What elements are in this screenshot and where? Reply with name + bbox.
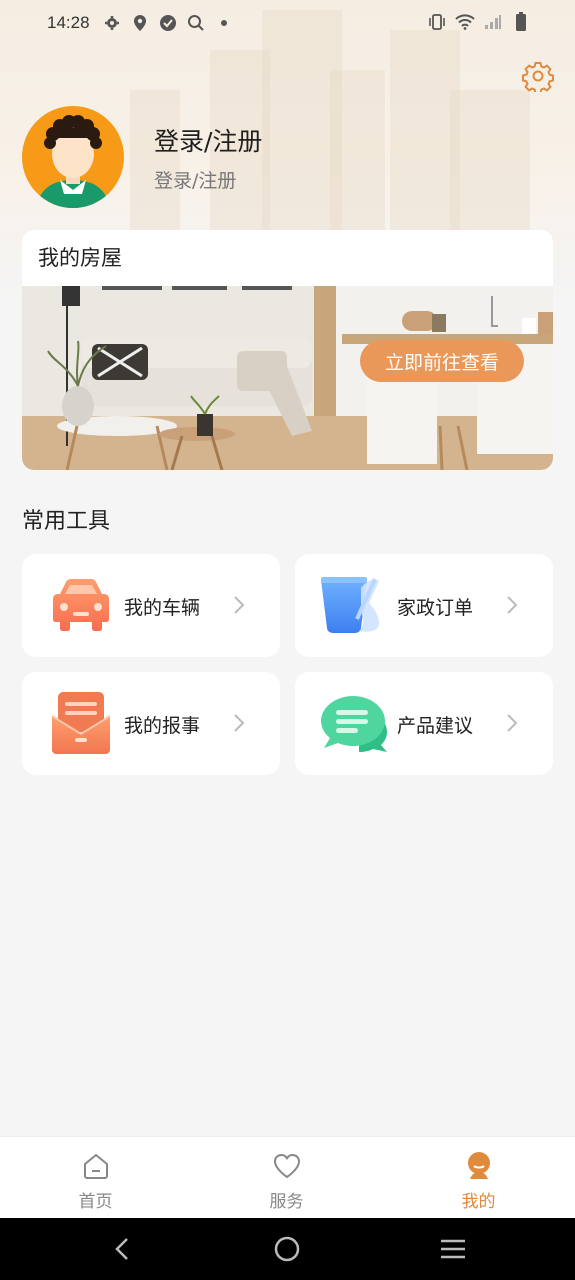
tool-my-vehicles[interactable]: 我的车辆 (22, 554, 280, 657)
tab-services[interactable]: 服务 (191, 1137, 382, 1219)
common-tools-title: 常用工具 (22, 509, 111, 534)
bottom-tab-bar: 首页 服务 我的 (0, 1136, 575, 1218)
chevron-right-icon (232, 594, 246, 616)
tab-mine[interactable]: 我的 (383, 1137, 574, 1219)
goto-view-button[interactable]: 立即前往查看 (360, 340, 524, 382)
tool-label: 产品建议 (397, 715, 474, 737)
signal-icon (483, 12, 503, 32)
my-house-card[interactable]: 我的房屋 立即前往查看 (22, 230, 553, 470)
battery-icon (511, 12, 531, 32)
back-icon[interactable] (108, 1234, 138, 1264)
tab-home[interactable]: 首页 (0, 1137, 191, 1219)
person-icon (464, 1151, 494, 1181)
system-nav-bar (0, 1218, 575, 1280)
search-status-icon (186, 13, 206, 33)
location-status-icon (130, 13, 150, 33)
report-envelope-icon (46, 692, 116, 754)
status-bar: 14:28 (0, 0, 575, 48)
tool-label: 家政订单 (397, 597, 474, 619)
tab-label: 我的 (461, 1192, 496, 1212)
tool-my-reports[interactable]: 我的报事 (22, 672, 280, 775)
heart-icon (272, 1151, 302, 1181)
chevron-right-icon (505, 712, 519, 734)
tab-label: 服务 (269, 1192, 304, 1212)
profile-header[interactable]: 登录/注册 登录/注册 (22, 106, 542, 208)
recents-menu-icon[interactable] (438, 1234, 468, 1264)
home-circle-icon[interactable] (272, 1234, 302, 1264)
gear-status-icon (102, 13, 122, 33)
settings-gear-button[interactable] (522, 60, 554, 94)
login-register-subtitle: 登录/注册 (154, 170, 237, 192)
tool-product-suggestions[interactable]: 产品建议 (295, 672, 553, 775)
tool-housekeeping-orders[interactable]: 家政订单 (295, 554, 553, 657)
chevron-right-icon (232, 712, 246, 734)
tool-label: 我的车辆 (124, 597, 201, 619)
home-icon (81, 1151, 111, 1181)
cleaning-bucket-icon (319, 574, 389, 636)
avatar[interactable] (22, 106, 124, 208)
tool-label: 我的报事 (124, 715, 201, 737)
gear-icon (522, 62, 554, 94)
my-house-title: 我的房屋 (38, 246, 122, 270)
dot-status-icon (214, 13, 234, 33)
chevron-right-icon (505, 594, 519, 616)
tab-label: 首页 (78, 1192, 113, 1212)
login-register-title[interactable]: 登录/注册 (154, 122, 262, 158)
car-icon (46, 574, 116, 636)
wifi-icon (455, 12, 475, 32)
check-status-icon (158, 13, 178, 33)
chat-bubble-icon (319, 692, 389, 754)
status-time: 14:28 (47, 13, 90, 32)
vibrate-icon (427, 12, 447, 32)
